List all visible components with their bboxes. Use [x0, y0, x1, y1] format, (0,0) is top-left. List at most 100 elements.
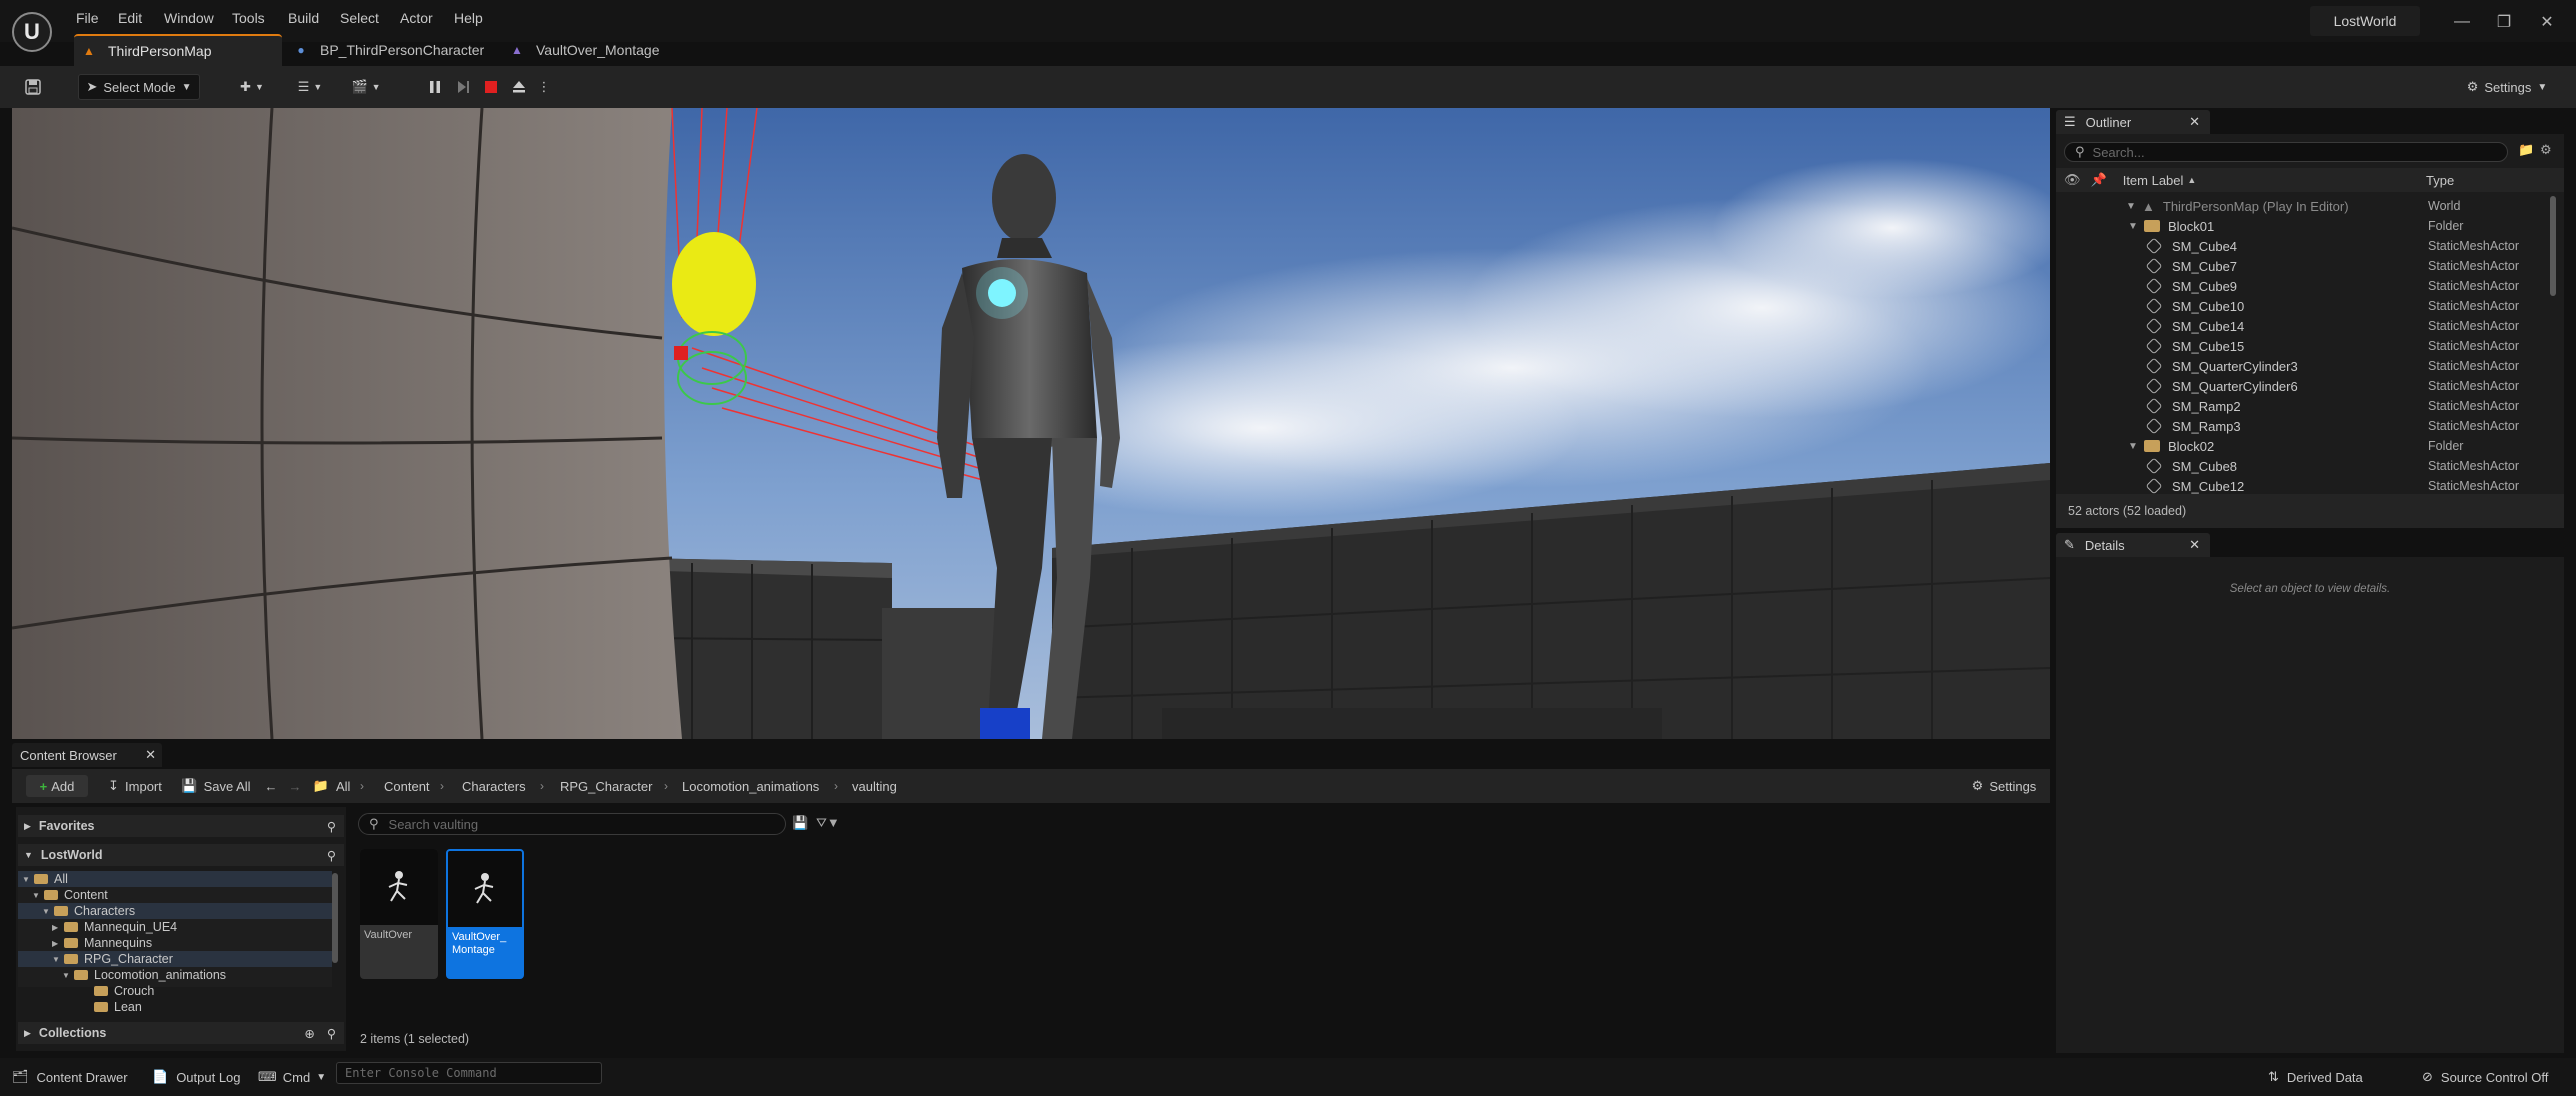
content-drawer-button[interactable]: 🗂 Content Drawer: [12, 1064, 128, 1090]
outliner-row[interactable]: SM_Cube15 StaticMeshActor: [2056, 336, 2564, 356]
folder-tree-item[interactable]: Crouch: [82, 983, 154, 999]
collections-section[interactable]: ▶ Collections ⊕ ⚲: [18, 1022, 344, 1044]
breadcrumb-characters[interactable]: Characters: [462, 779, 526, 794]
tab-bp-third-person-character[interactable]: ● BP_ThirdPersonCharacter: [286, 34, 500, 66]
unreal-logo-icon[interactable]: U: [12, 12, 52, 52]
folder-tree-item[interactable]: ▼ Content: [32, 887, 108, 903]
level-viewport[interactable]: [12, 108, 2050, 739]
menu-select[interactable]: Select: [340, 10, 379, 26]
type-column[interactable]: Type: [2426, 173, 2454, 188]
expand-arrow-icon[interactable]: ▼: [2128, 221, 2140, 232]
lostworld-section[interactable]: ▼ LostWorld ⚲: [18, 844, 344, 866]
step-icon[interactable]: [452, 74, 474, 100]
breadcrumb-vaulting[interactable]: vaulting: [852, 779, 897, 794]
outliner-row[interactable]: SM_Cube7 StaticMeshActor: [2056, 256, 2564, 276]
outliner-row[interactable]: ▼ Block01 Folder: [2056, 216, 2564, 236]
breadcrumb-locomotion-animations[interactable]: Locomotion_animations: [682, 779, 819, 794]
item-label-column[interactable]: Item Label: [2123, 173, 2184, 188]
outliner-row[interactable]: ▼ Block02 Folder: [2056, 436, 2564, 456]
pin-icon[interactable]: 📌: [2091, 172, 2107, 188]
outliner-row[interactable]: SM_Cube9 StaticMeshActor: [2056, 276, 2564, 296]
restore-icon[interactable]: ❐: [2487, 10, 2521, 34]
close-tab-icon[interactable]: ✕: [145, 747, 156, 763]
menu-build[interactable]: Build: [288, 10, 319, 26]
derived-data-button[interactable]: ⇅ Derived Data: [2268, 1064, 2363, 1090]
expand-arrow-icon[interactable]: ▼: [32, 891, 44, 900]
back-icon[interactable]: ←: [262, 775, 280, 797]
favorites-section[interactable]: ▶ Favorites ⚲: [18, 815, 344, 837]
outliner-row[interactable]: SM_QuarterCylinder3 StaticMeshActor: [2056, 356, 2564, 376]
asset-search-input[interactable]: ⚲ Search vaulting: [358, 813, 786, 835]
menu-window[interactable]: Window: [164, 10, 214, 26]
outliner-search-input[interactable]: ⚲ Search...: [2064, 142, 2508, 162]
gear-icon[interactable]: ⚙: [2540, 142, 2552, 158]
expand-arrow-icon[interactable]: ▼: [52, 955, 64, 964]
outliner-row[interactable]: SM_Cube12 StaticMeshActor: [2056, 476, 2564, 496]
add-collection-icon[interactable]: ⊕: [304, 1026, 314, 1041]
details-tab[interactable]: ✎ Details ✕: [2056, 533, 2210, 557]
folder-tree-item[interactable]: ▼ Characters: [42, 903, 135, 919]
import-button[interactable]: ↧ Import: [102, 775, 168, 797]
select-mode-dropdown[interactable]: ➤ Select Mode ▼: [78, 74, 200, 100]
close-tab-icon[interactable]: ✕: [2189, 114, 2200, 130]
search-icon[interactable]: ⚲: [327, 848, 336, 863]
outliner-row[interactable]: SM_QuarterCylinder6 StaticMeshActor: [2056, 376, 2564, 396]
blueprint-menu-icon[interactable]: ☰ ▼: [290, 74, 330, 100]
folder-tree-item[interactable]: ▼ Locomotion_animations: [62, 967, 226, 983]
tree-scrollbar[interactable]: [332, 873, 338, 963]
folder-tree-item[interactable]: ▼ All: [22, 871, 68, 887]
expand-arrow-icon[interactable]: ▼: [2128, 441, 2140, 452]
content-browser-tab[interactable]: Content Browser ✕: [12, 743, 162, 767]
outliner-row[interactable]: SM_Cube14 StaticMeshActor: [2056, 316, 2564, 336]
outliner-row[interactable]: SM_Cube4 StaticMeshActor: [2056, 236, 2564, 256]
settings-button[interactable]: ⚙ Settings ▼: [2462, 74, 2552, 100]
asset-tile-vaultover-montage[interactable]: VaultOver_ Montage: [446, 849, 524, 979]
tab-vault-over-montage[interactable]: ▲ VaultOver_Montage: [502, 34, 692, 66]
close-tab-icon[interactable]: ✕: [2189, 537, 2200, 553]
asset-tile-vaultover[interactable]: VaultOver: [360, 849, 438, 979]
cmd-dropdown[interactable]: ⌨ Cmd ▼: [258, 1064, 326, 1090]
forward-icon[interactable]: →: [286, 775, 304, 797]
expand-arrow-icon[interactable]: ▼: [2126, 201, 2138, 212]
expand-arrow-icon[interactable]: ▼: [22, 875, 34, 884]
visibility-icon[interactable]: 👁: [2064, 172, 2081, 188]
outliner-scrollbar[interactable]: [2550, 196, 2556, 296]
console-command-input[interactable]: Enter Console Command: [336, 1062, 602, 1084]
outliner-row[interactable]: ▼ ▲ ThirdPersonMap (Play In Editor) World: [2056, 196, 2564, 216]
save-search-icon[interactable]: 💾: [792, 815, 808, 831]
add-actor-icon[interactable]: ✚ ▼: [232, 74, 272, 100]
outliner-row[interactable]: SM_Ramp2 StaticMeshActor: [2056, 396, 2564, 416]
outliner-row[interactable]: SM_Ramp3 StaticMeshActor: [2056, 416, 2564, 436]
more-icon[interactable]: ⋮: [536, 74, 552, 100]
cb-settings-button[interactable]: ⚙ Settings: [1966, 775, 2042, 797]
menu-file[interactable]: File: [76, 10, 99, 26]
eject-icon[interactable]: [508, 74, 530, 100]
breadcrumb-rpg-character[interactable]: RPG_Character: [560, 779, 652, 794]
minimize-icon[interactable]: —: [2445, 10, 2479, 34]
folder-tree-item[interactable]: ▶ Mannequin_UE4: [52, 919, 177, 935]
save-all-button[interactable]: 💾 Save All: [180, 775, 252, 797]
folder-tree-item[interactable]: Lean: [82, 999, 142, 1015]
expand-arrow-icon[interactable]: ▼: [62, 971, 74, 980]
save-icon[interactable]: [20, 74, 46, 100]
folder-tree-item[interactable]: ▼ RPG_Character: [52, 951, 173, 967]
close-icon[interactable]: ✕: [2530, 10, 2564, 34]
menu-help[interactable]: Help: [454, 10, 483, 26]
add-button[interactable]: + Add: [26, 775, 88, 797]
search-icon[interactable]: ⚲: [327, 1026, 336, 1041]
filter-icon[interactable]: ⛛▼: [816, 815, 840, 831]
output-log-button[interactable]: 📄 Output Log: [152, 1064, 241, 1090]
tab-third-person-map[interactable]: ▲ ThirdPersonMap: [74, 34, 282, 66]
expand-arrow-icon[interactable]: ▶: [52, 939, 64, 948]
stop-icon[interactable]: [480, 74, 502, 100]
outliner-tab[interactable]: ☰ Outliner ✕: [2056, 110, 2210, 134]
folder-icon[interactable]: 📁: [310, 775, 332, 797]
outliner-row[interactable]: SM_Cube8 StaticMeshActor: [2056, 456, 2564, 476]
expand-arrow-icon[interactable]: ▼: [42, 907, 54, 916]
expand-arrow-icon[interactable]: ▶: [52, 923, 64, 932]
source-control-button[interactable]: ⊘ Source Control Off: [2422, 1064, 2548, 1090]
menu-actor[interactable]: Actor: [400, 10, 433, 26]
pause-icon[interactable]: [424, 74, 446, 100]
outliner-row[interactable]: SM_Cube10 StaticMeshActor: [2056, 296, 2564, 316]
folder-tree-item[interactable]: ▶ Mannequins: [52, 935, 152, 951]
